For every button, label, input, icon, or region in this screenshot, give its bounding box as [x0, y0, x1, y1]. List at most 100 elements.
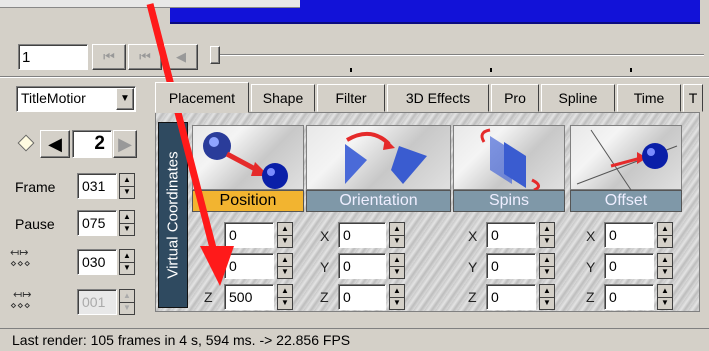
offset-x-input[interactable] — [604, 222, 654, 248]
pause-input[interactable] — [77, 210, 117, 236]
orientation-y-label: Y — [320, 259, 330, 275]
down-arrow-icon[interactable]: ▼ — [278, 296, 292, 310]
position-z-stepper[interactable]: ▲ ▼ — [277, 284, 293, 310]
chevron-down-icon[interactable]: ▼ — [116, 88, 134, 110]
frame-stepper[interactable]: ▲ ▼ — [119, 173, 135, 199]
down-arrow-icon: ▼ — [120, 301, 134, 315]
down-arrow-icon[interactable]: ▼ — [540, 296, 554, 310]
down-arrow-icon[interactable]: ▼ — [120, 261, 134, 275]
offset-y-stepper[interactable]: ▲ ▼ — [657, 253, 673, 279]
tab-pro[interactable]: Pro — [491, 84, 539, 112]
prev-frame-button[interactable]: ⏮ — [128, 44, 162, 70]
up-arrow-icon[interactable]: ▲ — [658, 254, 672, 266]
down-arrow-icon[interactable]: ▼ — [658, 296, 672, 310]
tab-time[interactable]: Time — [617, 84, 681, 112]
up-arrow-icon[interactable]: ▲ — [120, 174, 134, 186]
offset-z-label: Z — [586, 289, 595, 305]
up-arrow-icon[interactable]: ▲ — [390, 285, 404, 297]
offset-label[interactable]: Offset — [570, 190, 682, 212]
offset-tile[interactable] — [570, 125, 682, 191]
tab-label: Filter — [335, 90, 367, 106]
orientation-x-stepper[interactable]: ▲ ▼ — [389, 222, 405, 248]
spins-x-stepper[interactable]: ▲ ▼ — [539, 222, 555, 248]
spins-y-input[interactable] — [486, 253, 536, 279]
spins-z-input[interactable] — [486, 284, 536, 310]
orientation-z-stepper[interactable]: ▲ ▼ — [389, 284, 405, 310]
pause-stepper[interactable]: ▲ ▼ — [119, 210, 135, 236]
down-arrow-icon[interactable]: ▼ — [390, 296, 404, 310]
first-frame-button[interactable]: ⏮ — [92, 44, 126, 70]
down-arrow-icon[interactable]: ▼ — [390, 234, 404, 248]
orientation-y-stepper[interactable]: ▲ ▼ — [389, 253, 405, 279]
tile-label: Position — [219, 192, 277, 209]
tile-label: Offset — [604, 192, 648, 209]
spins-z-stepper[interactable]: ▲ ▼ — [539, 284, 555, 310]
offset-z-input[interactable] — [604, 284, 654, 310]
up-arrow-icon[interactable]: ▲ — [658, 285, 672, 297]
prev-keyframe-button[interactable]: ◀ — [40, 130, 70, 158]
tab-t[interactable]: T — [683, 84, 703, 112]
orientation-label[interactable]: Orientation — [306, 190, 451, 212]
virtual-coordinates-bar: Virtual Coordinates — [158, 122, 188, 308]
down-arrow-icon[interactable]: ▼ — [390, 265, 404, 279]
spins-y-stepper[interactable]: ▲ ▼ — [539, 253, 555, 279]
distance-stepper[interactable]: ▲ ▼ — [119, 249, 135, 275]
spins-label[interactable]: Spins — [453, 190, 565, 212]
position-y-input[interactable] — [224, 253, 274, 279]
frame-input[interactable] — [77, 173, 117, 199]
up-arrow-icon[interactable]: ▲ — [278, 285, 292, 297]
up-arrow-icon[interactable]: ▲ — [390, 223, 404, 235]
tab-filter[interactable]: Filter — [317, 84, 385, 112]
up-arrow-icon[interactable]: ▲ — [120, 211, 134, 223]
timeline-tick — [350, 68, 352, 72]
position-x-stepper[interactable]: ▲ ▼ — [277, 222, 293, 248]
down-arrow-icon[interactable]: ▼ — [120, 222, 134, 236]
down-arrow-icon[interactable]: ▼ — [658, 234, 672, 248]
arrow-left-icon: ◀ — [48, 134, 62, 154]
position-y-stepper[interactable]: ▲ ▼ — [277, 253, 293, 279]
position-label[interactable]: Position — [192, 190, 304, 212]
tab-shape[interactable]: Shape — [251, 84, 315, 112]
orientation-y-input[interactable] — [338, 253, 386, 279]
down-arrow-icon[interactable]: ▼ — [658, 265, 672, 279]
position-x-input[interactable] — [224, 222, 274, 248]
frame-number-input[interactable] — [18, 44, 88, 70]
timeline-thumb[interactable] — [210, 46, 220, 64]
offset-x-stepper[interactable]: ▲ ▼ — [657, 222, 673, 248]
pause-label: Pause — [15, 216, 55, 232]
play-back-button[interactable]: ◀ — [164, 44, 198, 70]
object-dropdown-value: TitleMotior — [21, 90, 86, 106]
orientation-tile[interactable] — [306, 125, 451, 190]
down-arrow-icon[interactable]: ▼ — [540, 234, 554, 248]
tab-placement[interactable]: Placement — [155, 82, 249, 113]
tab-3d-effects[interactable]: 3D Effects — [387, 84, 489, 112]
spins-tile[interactable] — [453, 125, 565, 192]
object-dropdown[interactable]: TitleMotior ▼ — [16, 86, 136, 112]
up-arrow-icon[interactable]: ▲ — [658, 223, 672, 235]
position-tile[interactable] — [192, 125, 304, 190]
down-arrow-icon[interactable]: ▼ — [278, 234, 292, 248]
up-arrow-icon[interactable]: ▲ — [390, 254, 404, 266]
tab-spline[interactable]: Spline — [541, 84, 615, 112]
up-arrow-icon[interactable]: ▲ — [540, 285, 554, 297]
up-arrow-icon[interactable]: ▲ — [540, 223, 554, 235]
up-arrow-icon[interactable]: ▲ — [278, 254, 292, 266]
up-arrow-icon[interactable]: ▲ — [278, 223, 292, 235]
orientation-x-input[interactable] — [338, 222, 386, 248]
offset-y-input[interactable] — [604, 253, 654, 279]
distance2-icon: ↤↦ ⋄⋄⋄ — [10, 289, 32, 312]
skip-back-icon: ⏮ — [103, 49, 115, 64]
up-arrow-icon[interactable]: ▲ — [120, 250, 134, 262]
orientation-z-input[interactable] — [338, 284, 386, 310]
timeline-track[interactable] — [208, 44, 704, 74]
down-arrow-icon[interactable]: ▼ — [278, 265, 292, 279]
up-arrow-icon[interactable]: ▲ — [540, 254, 554, 266]
down-arrow-icon[interactable]: ▼ — [120, 185, 134, 199]
next-keyframe-button[interactable]: ▶ — [113, 130, 137, 158]
distance-input[interactable] — [77, 249, 117, 275]
spins-x-input[interactable] — [486, 222, 536, 248]
timeline-line — [214, 54, 704, 56]
offset-z-stepper[interactable]: ▲ ▼ — [657, 284, 673, 310]
down-arrow-icon[interactable]: ▼ — [540, 265, 554, 279]
position-z-input[interactable] — [224, 284, 274, 310]
